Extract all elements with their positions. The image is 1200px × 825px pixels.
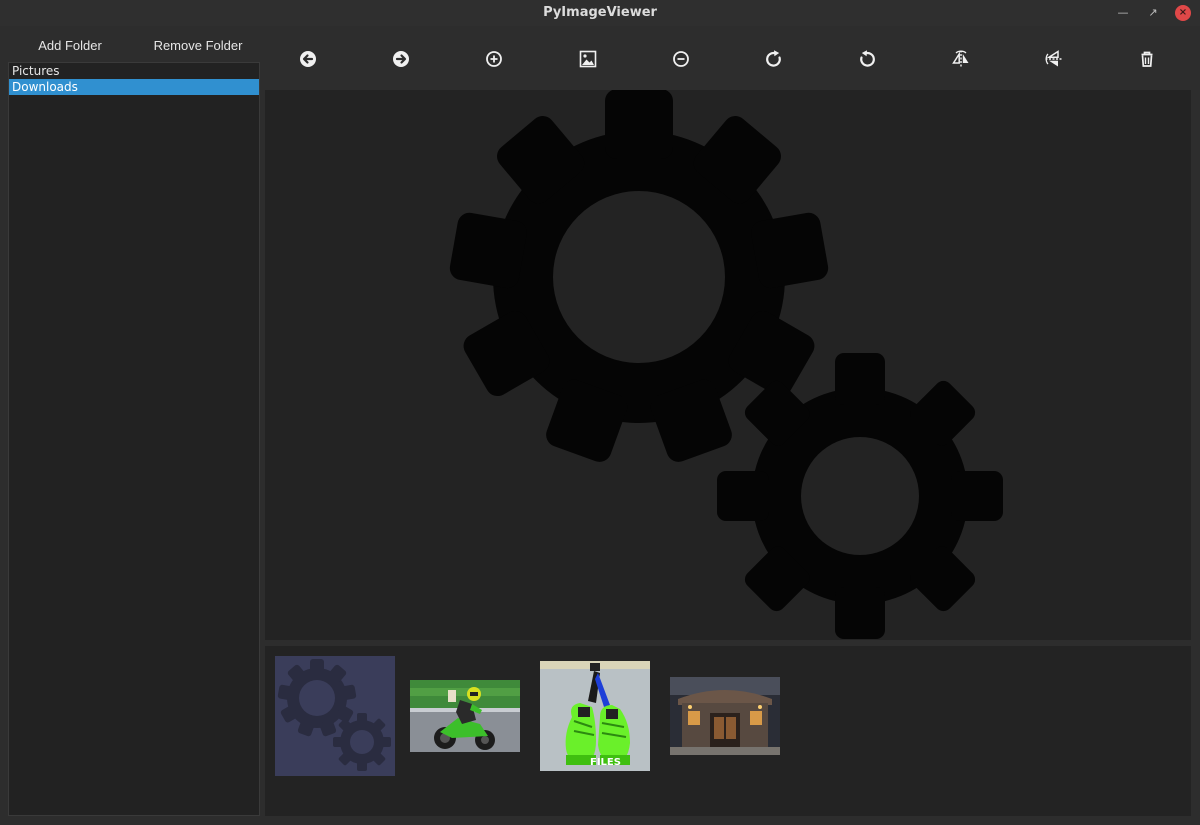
arrow-right-icon[interactable] (389, 47, 413, 71)
image-viewer[interactable] (265, 90, 1191, 640)
arrow-left-icon[interactable] (296, 47, 320, 71)
trash-icon[interactable] (1135, 47, 1159, 71)
fit-image-icon[interactable] (576, 47, 600, 71)
flip-horizontal-icon[interactable] (949, 47, 973, 71)
flip-vertical-icon[interactable] (1042, 47, 1066, 71)
window-title: PyImageViewer (543, 5, 657, 20)
thumbnail-building-entrance[interactable] (670, 677, 780, 755)
thumbnail-motorcycle-rider[interactable] (410, 680, 520, 752)
zoom-in-icon[interactable] (482, 47, 506, 71)
folder-item-pictures[interactable]: Pictures (9, 63, 259, 79)
rotate-clockwise-icon[interactable] (762, 47, 786, 71)
gears-icon (449, 90, 1003, 639)
rotate-counterclockwise-icon[interactable] (855, 47, 879, 71)
add-folder-button[interactable]: Add Folder (20, 36, 120, 56)
thumbnail-green-sneakers[interactable]: FILES (540, 661, 650, 771)
maximize-icon[interactable]: ↗ (1144, 4, 1162, 22)
thumbnail-gears[interactable] (275, 656, 395, 776)
thumbnail-strip[interactable]: FILES (265, 646, 1191, 816)
thumbnail-caption: FILES (590, 757, 621, 768)
minimize-icon[interactable]: — (1114, 4, 1132, 22)
title-bar: PyImageViewer — ↗ × (0, 0, 1200, 26)
remove-folder-button[interactable]: Remove Folder (140, 36, 256, 56)
folder-list[interactable]: Pictures Downloads (8, 62, 260, 816)
folder-item-downloads[interactable]: Downloads (9, 79, 259, 95)
close-icon[interactable]: × (1175, 5, 1191, 21)
zoom-out-icon[interactable] (669, 47, 693, 71)
